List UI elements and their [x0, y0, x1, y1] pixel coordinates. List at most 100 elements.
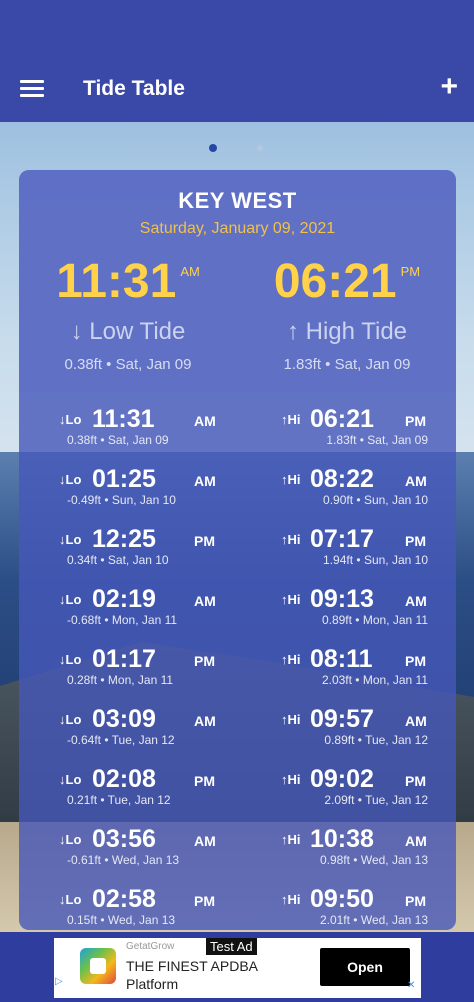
table-row: ↓Lo 03:09 AM -0.64ft • Tue, Jan 12 ↑Hi 0…	[19, 692, 456, 752]
tide-ampm: AM	[405, 833, 427, 849]
test-ad-badge: Test Ad	[206, 938, 257, 955]
table-row: ↓Lo 03:56 AM -0.61ft • Wed, Jan 13 ↑Hi 1…	[19, 812, 456, 872]
tide-detail: -0.61ft • Wed, Jan 13	[67, 853, 180, 867]
ad-headline: THE FINEST APDBA	[126, 958, 258, 974]
table-row: ↓Lo 11:31 AM 0.38ft • Sat, Jan 09 ↑Hi 06…	[19, 392, 456, 452]
page-dot-active[interactable]	[209, 144, 217, 152]
low-tide-detail: 0.38ft • Sat, Jan 09	[64, 356, 192, 373]
tide-ampm: AM	[194, 593, 216, 609]
high-tag: ↑Hi	[281, 712, 301, 727]
high-tide-time: 06:21	[273, 255, 397, 308]
tide-time: 03:56	[92, 825, 156, 853]
tide-detail: 2.01ft • Wed, Jan 13	[319, 913, 428, 927]
tide-ampm: PM	[194, 653, 215, 669]
high-tide-label: ↑ High Tide	[286, 318, 408, 345]
low-tag: ↓Lo	[59, 652, 82, 667]
tide-detail: 0.28ft • Mon, Jan 11	[67, 673, 174, 687]
low-tag: ↓Lo	[59, 532, 82, 547]
tide-ampm: PM	[194, 893, 215, 909]
low-tide-ampm: AM	[180, 264, 200, 279]
current-date: Saturday, January 09, 2021	[139, 220, 336, 237]
tide-detail: 0.34ft • Sat, Jan 10	[67, 553, 169, 567]
high-tag: ↑Hi	[281, 892, 301, 907]
tide-ampm: AM	[405, 593, 427, 609]
high-tide-ampm: PM	[400, 264, 421, 279]
tide-ampm: AM	[194, 473, 216, 489]
tide-detail: 0.15ft • Wed, Jan 13	[67, 913, 176, 927]
tide-list: ↓Lo 11:31 AM 0.38ft • Sat, Jan 09 ↑Hi 06…	[19, 392, 456, 930]
high-tag: ↑Hi	[281, 772, 301, 787]
page-indicator	[0, 144, 474, 154]
tide-ampm: AM	[194, 833, 216, 849]
page-title: Tide Table	[83, 77, 185, 100]
high-tag: ↑Hi	[281, 592, 301, 607]
high-tag: ↑Hi	[281, 472, 301, 487]
tide-detail: 0.38ft • Sat, Jan 09	[67, 433, 169, 447]
tide-detail: 0.21ft • Tue, Jan 12	[67, 793, 171, 807]
app-bar: Tide Table +	[0, 0, 474, 122]
tide-summary: KEY WEST Saturday, January 09, 2021 11:3…	[19, 170, 456, 392]
tide-time: 09:13	[310, 585, 374, 613]
menu-icon[interactable]	[20, 80, 44, 98]
table-row: ↓Lo 01:17 PM 0.28ft • Mon, Jan 11 ↑Hi 08…	[19, 632, 456, 692]
high-tag: ↑Hi	[281, 412, 301, 427]
close-icon[interactable]: ✕	[407, 980, 417, 991]
tide-time: 12:25	[92, 525, 156, 553]
tide-ampm: PM	[405, 653, 426, 669]
tide-time: 03:09	[92, 705, 156, 733]
page-dot[interactable]	[257, 145, 263, 151]
tide-time: 01:25	[92, 465, 156, 493]
low-tag: ↓Lo	[59, 592, 82, 607]
high-tide-detail: 1.83ft • Sat, Jan 09	[283, 356, 411, 373]
tide-time: 09:57	[310, 705, 374, 733]
tide-detail: 0.89ft • Mon, Jan 11	[321, 613, 428, 627]
tide-time: 09:02	[310, 765, 374, 793]
tide-time: 09:50	[310, 885, 374, 913]
tide-detail: 1.83ft • Sat, Jan 09	[326, 433, 428, 447]
tide-detail: -0.68ft • Mon, Jan 11	[67, 613, 178, 627]
tide-card: KEY WEST Saturday, January 09, 2021 11:3…	[19, 170, 456, 930]
tide-detail: -0.49ft • Sun, Jan 10	[67, 493, 176, 507]
tide-time: 11:31	[92, 405, 155, 433]
tide-time: 07:17	[310, 525, 374, 553]
info-icon[interactable]: ▷	[55, 976, 65, 996]
tide-ampm: PM	[405, 893, 426, 909]
tide-ampm: PM	[405, 413, 426, 429]
low-tide-time: 11:31	[56, 255, 177, 308]
add-icon[interactable]: +	[440, 72, 458, 102]
tide-detail: 2.09ft • Tue, Jan 12	[324, 793, 428, 807]
tide-time: 02:58	[92, 885, 156, 913]
tide-detail: 0.89ft • Tue, Jan 12	[324, 733, 428, 747]
table-row: ↓Lo 02:58 PM 0.15ft • Wed, Jan 13 ↑Hi 09…	[19, 872, 456, 930]
tide-detail: 2.03ft • Mon, Jan 11	[321, 673, 428, 687]
low-tag: ↓Lo	[59, 472, 82, 487]
tide-ampm: AM	[194, 713, 216, 729]
high-tag: ↑Hi	[281, 832, 301, 847]
low-tag: ↓Lo	[59, 892, 82, 907]
tide-ampm: PM	[405, 533, 426, 549]
high-tag: ↑Hi	[281, 532, 301, 547]
tide-time: 01:17	[92, 645, 156, 673]
tide-ampm: AM	[405, 473, 427, 489]
ad-banner[interactable]: ▷ GetatGrow THE FINEST APDBA Platform Te…	[54, 938, 421, 998]
table-row: ↓Lo 02:19 AM -0.68ft • Mon, Jan 11 ↑Hi 0…	[19, 572, 456, 632]
next-high-tide: 06:21 PM ↑ High Tide 1.83ft • Sat, Jan 09	[238, 255, 456, 374]
tide-detail: 0.98ft • Wed, Jan 13	[319, 853, 428, 867]
tide-detail: -0.64ft • Tue, Jan 12	[67, 733, 175, 747]
tide-detail: 1.94ft • Sun, Jan 10	[323, 553, 428, 567]
high-tag: ↑Hi	[281, 652, 301, 667]
tide-time: 06:21	[310, 405, 374, 433]
location-name: KEY WEST	[178, 188, 297, 213]
ad-brand: GetatGrow	[126, 941, 175, 952]
tide-time: 08:22	[310, 465, 374, 493]
advertiser-logo[interactable]	[80, 948, 116, 984]
tide-ampm: PM	[194, 533, 215, 549]
tide-ampm: PM	[194, 773, 215, 789]
tide-time: 02:08	[92, 765, 156, 793]
table-row: ↓Lo 12:25 PM 0.34ft • Sat, Jan 10 ↑Hi 07…	[19, 512, 456, 572]
tide-time: 08:11	[310, 645, 373, 673]
tide-time: 10:38	[310, 825, 374, 853]
ad-open-button[interactable]: Open	[320, 948, 410, 986]
next-low-tide: 11:31 AM ↓ Low Tide 0.38ft • Sat, Jan 09	[19, 255, 237, 374]
low-tag: ↓Lo	[59, 832, 82, 847]
